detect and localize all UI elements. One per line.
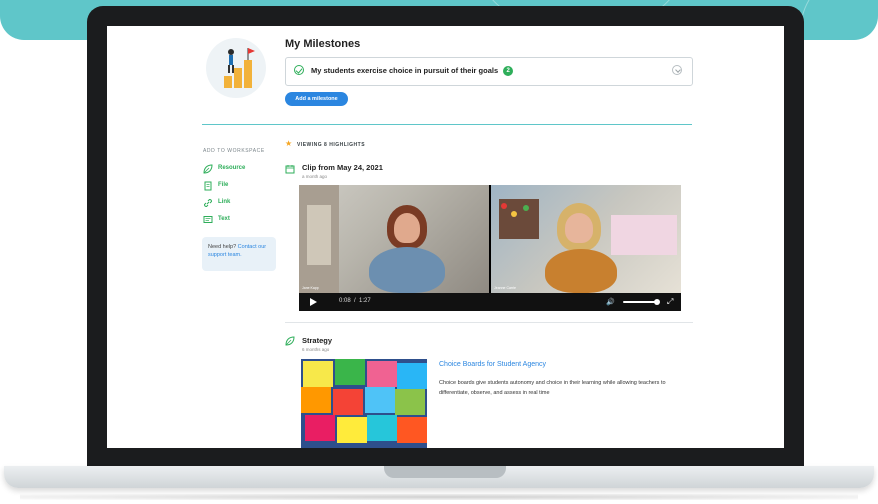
resource-thumbnail[interactable] <box>301 359 427 448</box>
fullscreen-icon[interactable]: ⤢ <box>667 297 673 307</box>
check-circle-icon <box>294 65 304 75</box>
video-player[interactable]: Jane Kapp Jeanne Carrie 0:08 / 1:27 🔊 ⤢ <box>299 185 681 311</box>
workspace-item-label: File <box>218 182 229 188</box>
milestone-illustration <box>206 38 266 98</box>
workspace-item-label: Text <box>218 216 230 222</box>
volume-slider[interactable] <box>623 301 657 303</box>
volume-knob[interactable] <box>654 299 660 305</box>
laptop-notch <box>384 466 506 478</box>
play-icon[interactable] <box>310 298 317 306</box>
section-divider <box>202 124 692 125</box>
add-milestone-button[interactable]: Add a milestone <box>285 92 348 106</box>
content-divider <box>285 322 693 323</box>
help-text: Need help? <box>208 244 237 250</box>
resource-description: Choice boards give students autonomy and… <box>439 380 666 396</box>
time-separator: / <box>354 298 356 304</box>
page-title: My Milestones <box>285 38 361 50</box>
workspace-item-label: Link <box>218 199 231 205</box>
current-time: 0:08 <box>339 298 351 304</box>
resource-title-link[interactable]: Choice Boards for Student Agency <box>439 361 546 368</box>
leaf-icon <box>203 164 213 174</box>
text-icon <box>203 216 213 223</box>
help-box: Need help? Contact our support team. <box>202 237 276 271</box>
video-controls: 0:08 / 1:27 🔊 ⤢ <box>299 293 681 311</box>
workspace-item-label: Resource <box>218 165 246 171</box>
strategy-title: Strategy <box>302 336 333 345</box>
milestone-card[interactable]: My students exercise choice in pursuit o… <box>285 57 693 86</box>
laptop-shadow <box>20 494 858 500</box>
clip-timestamp: a month ago <box>302 174 328 179</box>
leaf-icon <box>285 336 295 346</box>
clip-title: Clip from May 24, 2021 <box>302 163 383 172</box>
chevron-down-icon[interactable] <box>672 65 682 75</box>
calendar-icon <box>285 165 295 174</box>
volume-icon[interactable]: 🔊 <box>606 298 615 306</box>
workspace-header: ADD TO WORKSPACE <box>203 148 265 154</box>
app-screen: My Milestones My students exercise choic… <box>107 26 784 448</box>
star-icon: ★ <box>285 139 293 148</box>
file-icon <box>204 181 212 191</box>
milestone-count-badge: 2 <box>503 66 514 77</box>
milestone-text: My students exercise choice in pursuit o… <box>311 66 499 75</box>
video-participant-right: Jeanne Carrie <box>491 185 681 293</box>
video-time: 0:08 / 1:27 <box>339 298 371 304</box>
viewing-highlights-label: VIEWING 8 HIGHLIGHTS <box>297 142 366 148</box>
duration: 1:27 <box>359 298 371 304</box>
video-participant-left: Jane Kapp <box>299 185 489 293</box>
link-icon <box>204 199 212 207</box>
strategy-timestamp: 6 months ago <box>302 347 330 352</box>
